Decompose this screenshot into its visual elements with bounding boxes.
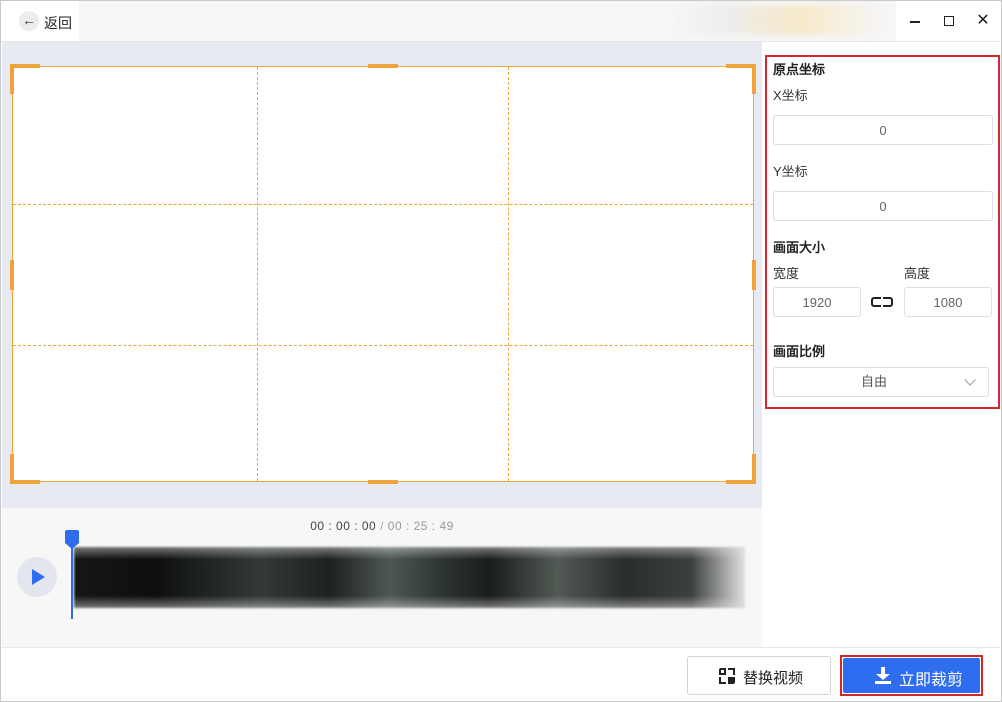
video-filmstrip[interactable] bbox=[74, 547, 745, 608]
crop-handle-left[interactable] bbox=[10, 260, 14, 290]
window-controls: ✕ bbox=[896, 1, 1001, 41]
crop-frame[interactable] bbox=[10, 64, 756, 484]
y-coordinate-label: Y坐标 bbox=[773, 164, 808, 179]
play-icon bbox=[32, 569, 45, 585]
total-time: 00 : 25 : 49 bbox=[387, 519, 454, 533]
crop-handle-bottom-left[interactable] bbox=[10, 454, 40, 484]
grid-line-vertical bbox=[257, 67, 258, 481]
minimize-icon bbox=[910, 21, 920, 23]
maximize-icon bbox=[944, 16, 954, 26]
arrow-left-icon: ← bbox=[19, 11, 39, 31]
link-ratio-icon[interactable] bbox=[870, 293, 896, 311]
aspect-ratio-value: 自由 bbox=[860, 374, 887, 389]
timeline: 00 : 00 : 00 / 00 : 25 : 49 bbox=[2, 508, 762, 647]
crop-handle-top-right[interactable] bbox=[726, 64, 756, 94]
grid-line-vertical bbox=[508, 67, 509, 481]
replace-video-button[interactable]: 替换视频 bbox=[687, 656, 831, 695]
blurred-title-area bbox=[673, 5, 883, 35]
current-time: 00 : 00 : 00 bbox=[310, 519, 377, 533]
crop-now-label: 立即裁剪 bbox=[899, 672, 964, 689]
play-button[interactable] bbox=[17, 557, 57, 597]
crop-handle-top[interactable] bbox=[368, 64, 398, 68]
crop-handle-right[interactable] bbox=[752, 260, 756, 290]
minimize-button[interactable] bbox=[898, 1, 932, 41]
y-coordinate-input[interactable] bbox=[773, 191, 993, 221]
close-button[interactable]: ✕ bbox=[966, 1, 1000, 41]
grid-line-horizontal bbox=[13, 345, 753, 346]
playhead[interactable] bbox=[71, 541, 73, 619]
size-section-title: 画面大小 bbox=[773, 240, 826, 255]
crop-handle-top-left[interactable] bbox=[10, 64, 40, 94]
time-readout: 00 : 00 : 00 / 00 : 25 : 49 bbox=[2, 519, 762, 533]
width-label: 宽度 bbox=[773, 266, 800, 281]
video-preview bbox=[2, 42, 762, 508]
aspect-ratio-select[interactable]: 自由 bbox=[773, 367, 989, 397]
x-coordinate-label: X坐标 bbox=[773, 88, 808, 103]
close-icon: ✕ bbox=[976, 12, 990, 29]
title-bar: ← 返回 ✕ bbox=[1, 1, 1001, 42]
playhead-pointer-icon bbox=[65, 543, 79, 549]
height-label: 高度 bbox=[904, 266, 931, 281]
back-label: 返回 bbox=[44, 15, 72, 31]
replace-icon bbox=[719, 668, 737, 686]
crop-handle-bottom[interactable] bbox=[368, 480, 398, 484]
origin-section-title: 原点坐标 bbox=[773, 62, 826, 77]
replace-video-label: 替换视频 bbox=[743, 670, 804, 687]
crop-handle-bottom-right[interactable] bbox=[726, 454, 756, 484]
width-input[interactable] bbox=[773, 287, 861, 317]
height-input[interactable] bbox=[904, 287, 992, 317]
app-window: ← 返回 ✕ 00: 00: 00 / 00: 25: 49 原点坐标 … bbox=[0, 0, 1002, 702]
footer-bar: 替换视频 立即裁剪 bbox=[2, 647, 1001, 701]
back-button[interactable]: ← 返回 bbox=[1, 1, 79, 41]
ratio-section-title: 画面比例 bbox=[773, 344, 826, 359]
playhead-handle[interactable] bbox=[65, 530, 79, 543]
crop-settings-panel: 原点坐标 X坐标 Y坐标 画面大小 宽度 高度 画面比例 自由 bbox=[765, 55, 1000, 409]
maximize-button[interactable] bbox=[932, 1, 966, 41]
crop-now-button[interactable]: 立即裁剪 bbox=[843, 658, 980, 693]
time-separator: / bbox=[380, 519, 384, 533]
x-coordinate-input[interactable] bbox=[773, 115, 993, 145]
grid-line-horizontal bbox=[13, 204, 753, 205]
download-icon bbox=[875, 667, 891, 684]
